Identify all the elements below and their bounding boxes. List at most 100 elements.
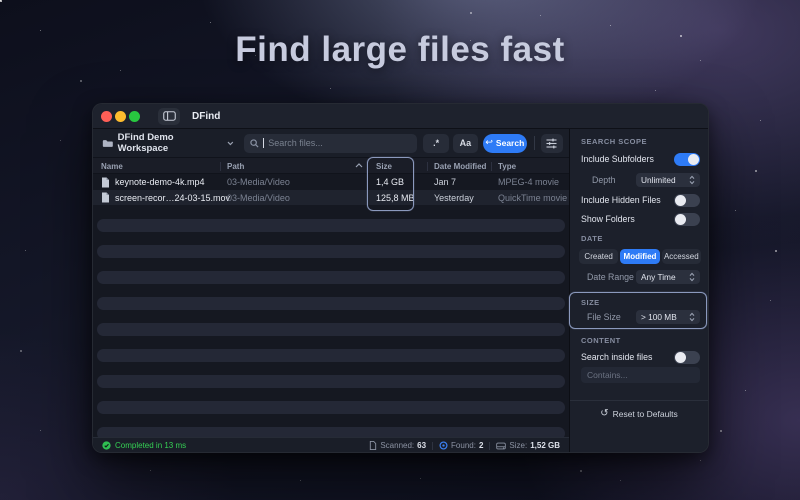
- search-input[interactable]: [268, 138, 412, 148]
- toggle-knob: [675, 194, 686, 206]
- reset-to-defaults-button[interactable]: ↺ Reset to Defaults: [570, 406, 708, 421]
- found-label: Found:: [451, 441, 476, 450]
- column-header-size[interactable]: Size: [376, 162, 392, 171]
- section-size: SIZE: [581, 298, 600, 307]
- reset-icon: ↺: [600, 408, 609, 419]
- cell-name: keynote-demo-4k.mp4: [115, 177, 205, 187]
- found-value: 2: [478, 441, 484, 450]
- section-content: CONTENT: [581, 336, 621, 345]
- chevron-up-down-icon: [689, 272, 695, 282]
- include-hidden-label: Include Hidden Files: [581, 195, 661, 205]
- size-label: Size:: [509, 441, 528, 450]
- check-circle-icon: [102, 441, 111, 450]
- marketing-background: Find large files fast DFind DFind Demo W…: [0, 0, 800, 500]
- show-folders-label: Show Folders: [581, 214, 635, 224]
- regex-label: .*: [433, 138, 440, 148]
- empty-row-stripe: [97, 349, 565, 362]
- column-separator[interactable]: [491, 161, 492, 171]
- filter-panel: SEARCH SCOPE Include Subfolders Depth Un…: [569, 129, 708, 452]
- date-range-row: Date Range Any Time: [581, 270, 700, 284]
- view-options-button[interactable]: [540, 133, 563, 153]
- table-header: Name Path Size Date Modified Type: [93, 158, 569, 174]
- segment-created[interactable]: Created: [579, 249, 619, 264]
- include-subfolders-toggle[interactable]: [674, 152, 700, 166]
- panel-divider: [570, 400, 708, 401]
- scanned-value: 63: [417, 441, 427, 450]
- depth-label: Depth: [592, 175, 616, 185]
- case-label: Aa: [459, 138, 472, 148]
- minimize-button[interactable]: [115, 110, 126, 122]
- hero-headline: Find large files fast: [235, 30, 565, 69]
- return-key-icon: ↩: [485, 138, 493, 148]
- cell-size: 1,4 GB: [376, 177, 405, 187]
- column-separator[interactable]: [220, 161, 221, 171]
- column-header-name[interactable]: Name: [101, 162, 123, 171]
- contains-input[interactable]: [581, 367, 700, 383]
- toggle-knob: [675, 351, 686, 363]
- empty-row-stripe: [97, 297, 565, 310]
- segment-accessed[interactable]: Accessed: [661, 249, 701, 264]
- empty-row-stripe: [97, 375, 565, 388]
- column-header-type[interactable]: Type: [498, 162, 516, 171]
- drive-icon: [496, 442, 507, 449]
- include-hidden-row: Include Hidden Files: [581, 193, 700, 207]
- toolbar-separator: [533, 136, 535, 150]
- depth-value: Unlimited: [641, 175, 676, 185]
- results-table: keynote-demo-4k.mp4 03-Media/Video 1,4 G…: [93, 174, 569, 437]
- folder-icon: [102, 139, 113, 147]
- show-folders-toggle[interactable]: [674, 212, 700, 226]
- table-row[interactable]: screen-recor…24-03-15.mov 03-Media/Video…: [93, 189, 569, 205]
- empty-row-stripe: [97, 427, 565, 437]
- search-button[interactable]: ↩ Search: [482, 133, 527, 153]
- regex-toggle-button[interactable]: .*: [423, 133, 449, 153]
- search-button-label: Search: [495, 138, 525, 148]
- section-date: DATE: [581, 234, 603, 243]
- include-subfolders-row: Include Subfolders: [581, 152, 700, 166]
- close-button[interactable]: [101, 110, 112, 122]
- include-hidden-toggle[interactable]: [674, 193, 700, 207]
- case-sensitive-button[interactable]: Aa: [452, 133, 478, 153]
- search-icon: [250, 138, 259, 148]
- column-header-date-modified[interactable]: Date Modified: [434, 162, 486, 171]
- empty-row-stripe: [97, 219, 565, 232]
- table-row[interactable]: keynote-demo-4k.mp4 03-Media/Video 1,4 G…: [93, 174, 569, 190]
- empty-row-stripe: [97, 401, 565, 414]
- target-icon: [439, 441, 448, 450]
- date-type-segmented-control: Created Modified Accessed: [579, 249, 701, 264]
- column-header-path[interactable]: Path: [227, 162, 244, 171]
- section-search-scope: SEARCH SCOPE: [581, 137, 648, 146]
- status-completed: Completed in 13 ms: [102, 441, 186, 450]
- chevron-down-icon: [227, 141, 234, 145]
- search-inside-label: Search inside files: [581, 352, 653, 362]
- workspace-selector[interactable]: DFind Demo Workspace: [99, 132, 237, 154]
- zoom-button[interactable]: [129, 110, 140, 122]
- date-range-dropdown[interactable]: Any Time: [636, 270, 700, 284]
- workspace-label: DFind Demo Workspace: [117, 132, 174, 154]
- include-subfolders-label: Include Subfolders: [581, 154, 654, 164]
- cell-size: 125,8 MB: [376, 192, 415, 203]
- status-separator: [432, 441, 434, 450]
- chevron-up-down-icon: [689, 175, 695, 185]
- file-size-label: File Size: [587, 312, 621, 322]
- toggle-sidebar-button[interactable]: [158, 107, 180, 125]
- column-separator[interactable]: [427, 161, 428, 171]
- file-size-row: File Size > 100 MB: [581, 310, 700, 324]
- cell-type: MPEG-4 movie: [498, 177, 560, 187]
- cell-name: screen-recor…24-03-15.mov: [115, 192, 231, 203]
- chevron-up-down-icon: [689, 312, 695, 322]
- scanned-label: Scanned:: [380, 441, 415, 450]
- search-inside-toggle[interactable]: [674, 350, 700, 364]
- cell-path: 03-Media/Video: [227, 177, 290, 187]
- search-field[interactable]: [244, 133, 418, 153]
- cell-type: QuickTime movie: [498, 192, 568, 203]
- depth-dropdown[interactable]: Unlimited: [636, 173, 700, 187]
- segment-modified[interactable]: Modified: [620, 249, 660, 264]
- star-field-bright: [0, 0, 2, 2]
- file-icon: [102, 192, 109, 203]
- sidebar-icon: [162, 111, 176, 121]
- search-inside-row: Search inside files: [581, 350, 700, 364]
- status-scanned: Scanned: 63: [369, 441, 426, 450]
- file-size-dropdown[interactable]: > 100 MB: [636, 310, 700, 324]
- date-range-value: Any Time: [641, 272, 676, 282]
- show-folders-row: Show Folders: [581, 212, 700, 226]
